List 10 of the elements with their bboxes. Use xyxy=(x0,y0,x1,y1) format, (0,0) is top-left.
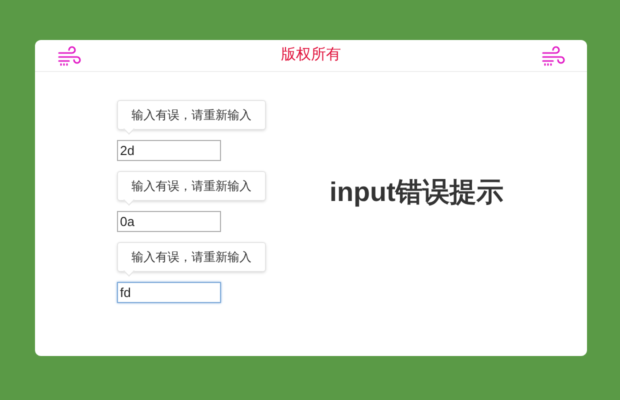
error-tooltip: 输入有误，请重新输入 xyxy=(117,242,266,278)
wind-icon xyxy=(57,46,81,66)
error-tooltip: 输入有误，请重新输入 xyxy=(117,171,266,207)
text-input[interactable]: 2d xyxy=(117,140,221,161)
text-input[interactable]: fd xyxy=(117,282,221,303)
text-input[interactable]: 0a xyxy=(117,211,221,232)
header-title: 版权所有 xyxy=(281,45,341,66)
error-tooltip: 输入有误，请重新输入 xyxy=(117,100,266,136)
wind-icon xyxy=(541,46,565,66)
page-heading: input错误提示 xyxy=(330,176,504,209)
